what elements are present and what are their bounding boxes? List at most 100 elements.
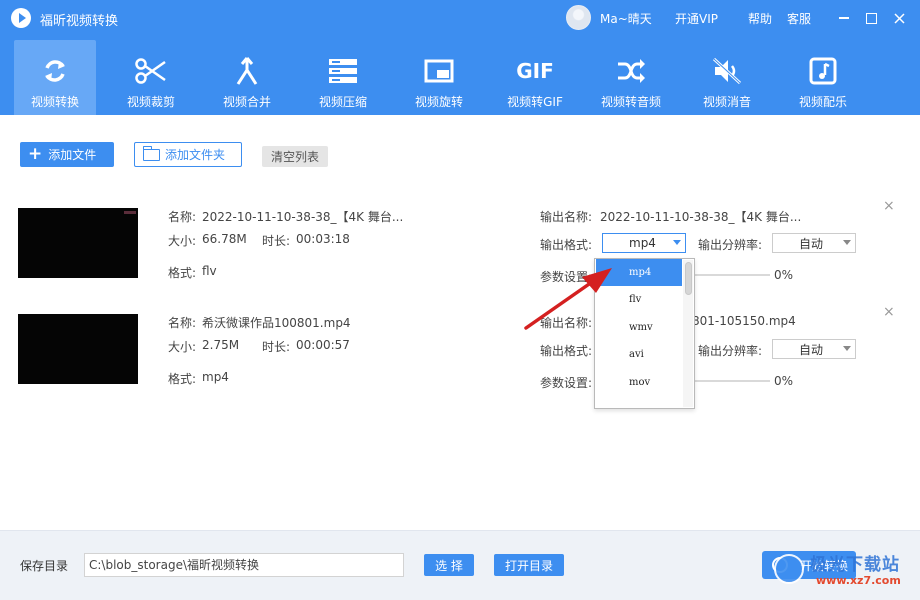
progress-value: 0% [774, 268, 794, 282]
tab-video-rotate[interactable]: 视频旋转 [398, 40, 480, 115]
chevron-down-icon [843, 240, 851, 245]
minimize-button[interactable] [834, 8, 854, 28]
watermark-url: www.xz7.com [816, 574, 901, 587]
file-name: 希沃微课作品100801.mp4 [202, 316, 351, 330]
tab-label: 视频配乐 [798, 95, 847, 109]
watermark-logo-icon [774, 554, 804, 584]
gif-icon-text: GIF [516, 59, 554, 83]
plus-icon: + [28, 144, 43, 164]
name-label: 名称: [168, 210, 197, 224]
video-thumbnail[interactable] [18, 208, 138, 278]
help-link[interactable]: 帮助 [748, 10, 772, 27]
mute-icon [686, 56, 768, 86]
tab-video-to-audio[interactable]: 视频转音频 [590, 40, 672, 115]
name-label: 名称: [168, 316, 197, 330]
clear-list-button[interactable]: 清空列表 [262, 146, 328, 167]
title-bar: 福昕视频转换 Ma~晴天 开通VIP 帮助 客服 [0, 0, 920, 36]
tab-video-trim[interactable]: 视频裁剪 [110, 40, 192, 115]
format-label: 格式: [168, 372, 197, 386]
app-title: 福昕视频转换 [40, 14, 119, 29]
watermark-title: 极光下载站 [810, 555, 900, 575]
file-format: mp4 [202, 370, 229, 384]
folder-icon [142, 145, 160, 161]
compress-icon [302, 56, 384, 86]
convert-icon [14, 56, 96, 86]
size-label: 大小: [168, 340, 197, 354]
chevron-down-icon [843, 346, 851, 351]
dropdown-option-avi[interactable]: avi [596, 341, 682, 368]
output-resolution-select[interactable]: 自动 [772, 233, 856, 253]
dropdown-option-partial[interactable] [596, 396, 682, 408]
file-duration: 00:03:18 [296, 232, 350, 246]
tab-video-convert[interactable]: 视频转换 [14, 40, 96, 115]
size-label: 大小: [168, 234, 197, 248]
remove-item-button[interactable]: × [883, 304, 895, 320]
choose-dir-button[interactable]: 选 择 [424, 554, 474, 576]
tab-label: 视频消音 [702, 95, 751, 109]
add-file-label: 添加文件 [48, 148, 97, 162]
music-icon [782, 56, 864, 86]
tab-label: 视频转换 [30, 95, 79, 109]
chevron-down-icon [673, 240, 681, 245]
tab-label: 视频压缩 [318, 95, 367, 109]
remove-item-button[interactable]: × [883, 198, 895, 214]
gif-icon: GIF [494, 56, 576, 86]
output-format-value: mp4 [629, 236, 656, 250]
add-folder-label: 添加文件夹 [165, 148, 226, 162]
open-dir-button[interactable]: 打开目录 [494, 554, 564, 576]
dropdown-scroll-thumb[interactable] [685, 262, 692, 295]
close-button[interactable] [889, 8, 909, 28]
annotation-arrow-icon [524, 268, 612, 330]
dropdown-option-mov[interactable]: mov [596, 369, 682, 396]
file-name: 2022-10-11-10-38-38_【4K 舞台... [202, 210, 404, 224]
duration-label: 时长: [262, 340, 291, 354]
tab-video-music[interactable]: 视频配乐 [782, 40, 864, 115]
tab-video-compress[interactable]: 视频压缩 [302, 40, 384, 115]
progress-bar [694, 380, 770, 382]
tab-label: 视频转音频 [600, 95, 661, 109]
output-resolution-value: 自动 [799, 342, 824, 357]
file-format: flv [202, 264, 217, 278]
tab-video-to-gif[interactable]: GIF 视频转GIF [494, 40, 576, 115]
maximize-button[interactable] [861, 8, 881, 28]
output-resolution-value: 自动 [799, 236, 824, 251]
tab-label: 视频旋转 [414, 95, 463, 109]
add-file-button[interactable]: + 添加文件 [20, 142, 114, 167]
output-name-label: 输出名称: [540, 210, 593, 224]
params-label: 参数设置: [540, 376, 593, 390]
watermark: 极光下载站 www.xz7.com [764, 548, 914, 594]
avatar[interactable] [566, 5, 591, 30]
tab-video-mute[interactable]: 视频消音 [686, 40, 768, 115]
file-size: 2.75M [202, 338, 240, 352]
progress-bar [694, 274, 770, 276]
close-icon [893, 12, 905, 24]
app-logo-icon [11, 8, 31, 28]
scissors-icon [110, 56, 192, 86]
progress-value: 0% [774, 374, 794, 388]
output-name[interactable]: 801-105150.mp4 [692, 314, 796, 328]
output-resolution-select[interactable]: 自动 [772, 339, 856, 359]
username[interactable]: Ma~晴天 [600, 10, 652, 27]
duration-label: 时长: [262, 234, 291, 248]
video-thumbnail[interactable] [18, 314, 138, 384]
tab-video-merge[interactable]: 视频合并 [206, 40, 288, 115]
tab-label: 视频合并 [222, 95, 271, 109]
tab-label: 视频裁剪 [126, 95, 175, 109]
output-format-select[interactable]: mp4 [602, 233, 686, 253]
rotate-icon [398, 56, 480, 86]
merge-icon [206, 56, 288, 86]
output-resolution-label: 输出分辨率: [698, 238, 763, 252]
shuffle-icon [590, 56, 672, 86]
save-path-field[interactable]: C:\blob_storage\福昕视频转换 [84, 553, 404, 577]
feature-toolbar: 视频转换 视频裁剪 视频合并 视频压缩 视频旋转 GIF 视频转GIF 视频转音… [0, 36, 920, 115]
add-folder-button[interactable]: 添加文件夹 [134, 142, 242, 167]
file-size: 66.78M [202, 232, 247, 246]
format-label: 格式: [168, 266, 197, 280]
vip-link[interactable]: 开通VIP [675, 10, 718, 27]
output-name[interactable]: 2022-10-11-10-38-38_【4K 舞台... [600, 208, 801, 225]
output-format-label: 输出格式: [540, 344, 593, 358]
service-link[interactable]: 客服 [787, 10, 811, 27]
save-dir-label: 保存目录 [20, 559, 69, 573]
output-resolution-label: 输出分辨率: [698, 344, 763, 358]
file-duration: 00:00:57 [296, 338, 350, 352]
